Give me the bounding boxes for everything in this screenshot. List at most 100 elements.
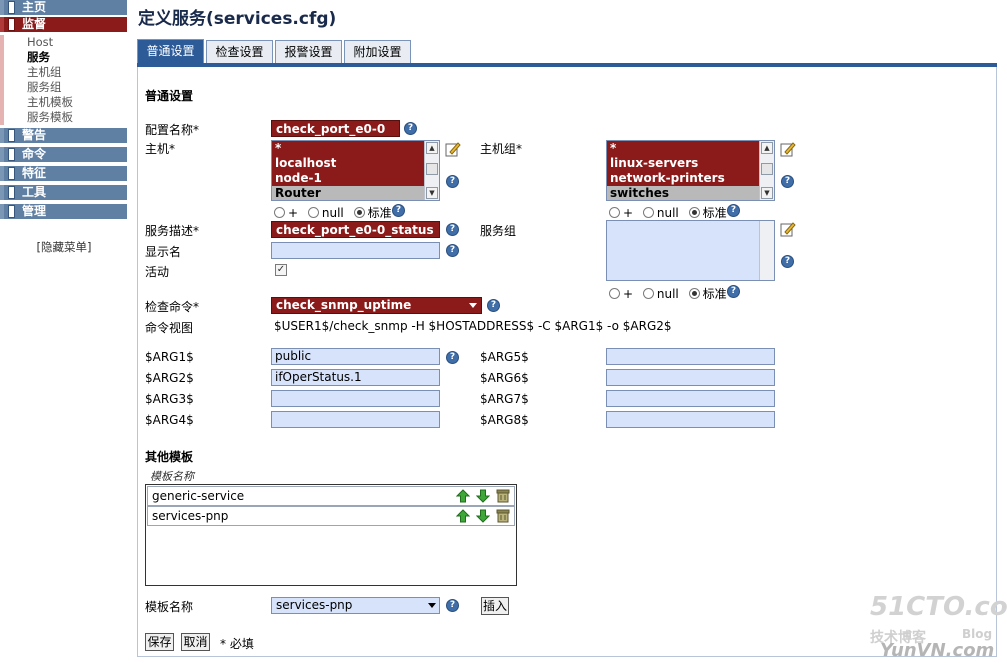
chevron-down-icon	[428, 603, 436, 608]
nav-subitem-host-template[interactable]: 主机模板	[27, 95, 127, 110]
nav-section-tools[interactable]: 工具	[0, 185, 127, 200]
help-icon[interactable]: ?	[781, 255, 794, 268]
radio-button[interactable]	[688, 288, 700, 299]
radio-button[interactable]	[353, 207, 365, 218]
edit-icon[interactable]	[780, 221, 796, 237]
arg7-input[interactable]	[606, 390, 775, 407]
display-name-input[interactable]	[271, 242, 440, 259]
scroll-down-icon[interactable]: ▼	[426, 187, 438, 199]
list-option[interactable]: network-printers	[607, 171, 761, 186]
check-command-value: check_snmp_uptime	[276, 298, 412, 312]
help-icon[interactable]: ?	[446, 244, 459, 257]
move-up-icon[interactable]	[456, 509, 471, 523]
tab-additional[interactable]: 附加设置	[344, 40, 411, 64]
arg4-input[interactable]	[271, 411, 440, 428]
radio-null-option[interactable]: null	[307, 206, 344, 220]
nav-section-label: 警告	[22, 128, 47, 142]
tab-alert[interactable]: 报警设置	[275, 40, 342, 64]
radio-standard-option[interactable]: 标准	[688, 285, 727, 302]
radio-button[interactable]	[274, 207, 285, 218]
host-listbox[interactable]: * localhost node-1 Router ▲ ▼	[271, 140, 440, 201]
edit-icon[interactable]	[445, 141, 461, 157]
list-option[interactable]: node-1	[272, 171, 426, 186]
help-icon[interactable]: ?	[446, 175, 459, 188]
help-icon[interactable]: ?	[487, 299, 500, 312]
list-option[interactable]: *	[272, 141, 426, 156]
help-icon[interactable]: ?	[727, 285, 740, 298]
radio-plus-option[interactable]: +	[609, 287, 633, 301]
check-command-select[interactable]: check_snmp_uptime	[271, 297, 482, 314]
arg3-input[interactable]	[271, 390, 440, 407]
nav-section-home[interactable]: 主页	[0, 0, 127, 15]
nav-marker-icon	[8, 186, 15, 199]
radio-standard-option[interactable]: 标准	[353, 204, 392, 221]
radio-button[interactable]	[642, 207, 654, 218]
scroll-down-icon[interactable]: ▼	[761, 187, 773, 199]
insert-button[interactable]: 插入	[481, 597, 509, 615]
nav-subitem-service[interactable]: 服务	[27, 50, 127, 65]
list-option[interactable]: localhost	[272, 156, 426, 171]
arg6-input[interactable]	[606, 369, 775, 386]
nav-marker-icon	[8, 1, 15, 14]
radio-button[interactable]	[609, 207, 620, 218]
nav-section-features[interactable]: 特征	[0, 166, 127, 181]
cancel-button[interactable]: 取消	[181, 633, 210, 651]
arg2-input[interactable]: ifOperStatus.1	[271, 369, 440, 386]
list-option[interactable]: linux-servers	[607, 156, 761, 171]
edit-icon[interactable]	[780, 141, 796, 157]
scroll-thumb[interactable]	[761, 163, 773, 175]
tab-general[interactable]: 普通设置	[137, 39, 204, 64]
help-icon[interactable]: ?	[392, 204, 405, 217]
nav-subitem-host[interactable]: Host	[27, 35, 127, 50]
active-checkbox[interactable]: ✓	[275, 264, 287, 276]
hostgroup-listbox[interactable]: * linux-servers network-printers switche…	[606, 140, 775, 201]
radio-button[interactable]	[688, 207, 700, 218]
hide-menu-link[interactable]: [隐藏菜单]	[0, 239, 128, 255]
nav-section-alerts[interactable]: 警告	[0, 128, 127, 143]
radio-null-option[interactable]: null	[642, 206, 679, 220]
move-down-icon[interactable]	[476, 509, 491, 523]
config-name-input[interactable]: check_port_e0-0	[271, 120, 400, 137]
move-down-icon[interactable]	[476, 489, 491, 503]
arg4-label: $ARG4$	[145, 413, 194, 427]
nav-subitem-servicegroup[interactable]: 服务组	[27, 80, 127, 95]
delete-icon[interactable]	[496, 509, 510, 523]
list-option[interactable]: *	[607, 141, 761, 156]
move-up-icon[interactable]	[456, 489, 471, 503]
radio-plus-option[interactable]: +	[609, 206, 633, 220]
help-icon[interactable]: ?	[781, 175, 794, 188]
scrollbar[interactable]: ▲ ▼	[759, 141, 774, 200]
radio-button[interactable]	[307, 207, 319, 218]
radio-button[interactable]	[642, 288, 654, 299]
arg1-input[interactable]: public	[271, 348, 440, 365]
help-icon[interactable]: ?	[446, 599, 459, 612]
arg5-input[interactable]	[606, 348, 775, 365]
nav-section-commands[interactable]: 命令	[0, 147, 127, 162]
help-icon[interactable]: ?	[446, 223, 459, 236]
scroll-thumb[interactable]	[426, 163, 438, 175]
service-desc-input[interactable]: check_port_e0-0_status	[271, 221, 440, 238]
delete-icon[interactable]	[496, 489, 510, 503]
help-icon[interactable]: ?	[446, 351, 459, 364]
radio-plus-option[interactable]: +	[274, 206, 298, 220]
help-icon[interactable]: ?	[404, 122, 417, 135]
radio-null-option[interactable]: null	[642, 287, 679, 301]
nav-subitem-service-template[interactable]: 服务模板	[27, 110, 127, 125]
scroll-up-icon[interactable]: ▲	[426, 142, 438, 154]
nav-subitem-hostgroup[interactable]: 主机组	[27, 65, 127, 80]
list-option-selected[interactable]: Router	[272, 186, 426, 200]
radio-standard-option[interactable]: 标准	[688, 204, 727, 221]
nav-section-monitor[interactable]: 监督	[0, 17, 127, 32]
servicegroup-listbox[interactable]	[606, 220, 775, 281]
nav-section-admin[interactable]: 管理	[0, 204, 127, 219]
save-button[interactable]: 保存	[145, 633, 174, 651]
tab-check[interactable]: 检查设置	[206, 40, 273, 64]
template-select[interactable]: services-pnp	[271, 597, 440, 614]
radio-button[interactable]	[609, 288, 620, 299]
scrollbar[interactable]: ▲ ▼	[424, 141, 439, 200]
arg8-input[interactable]	[606, 411, 775, 428]
scroll-up-icon[interactable]: ▲	[761, 142, 773, 154]
help-icon[interactable]: ?	[727, 204, 740, 217]
list-option-selected[interactable]: switches	[607, 186, 761, 200]
scrollbar[interactable]	[759, 221, 774, 280]
